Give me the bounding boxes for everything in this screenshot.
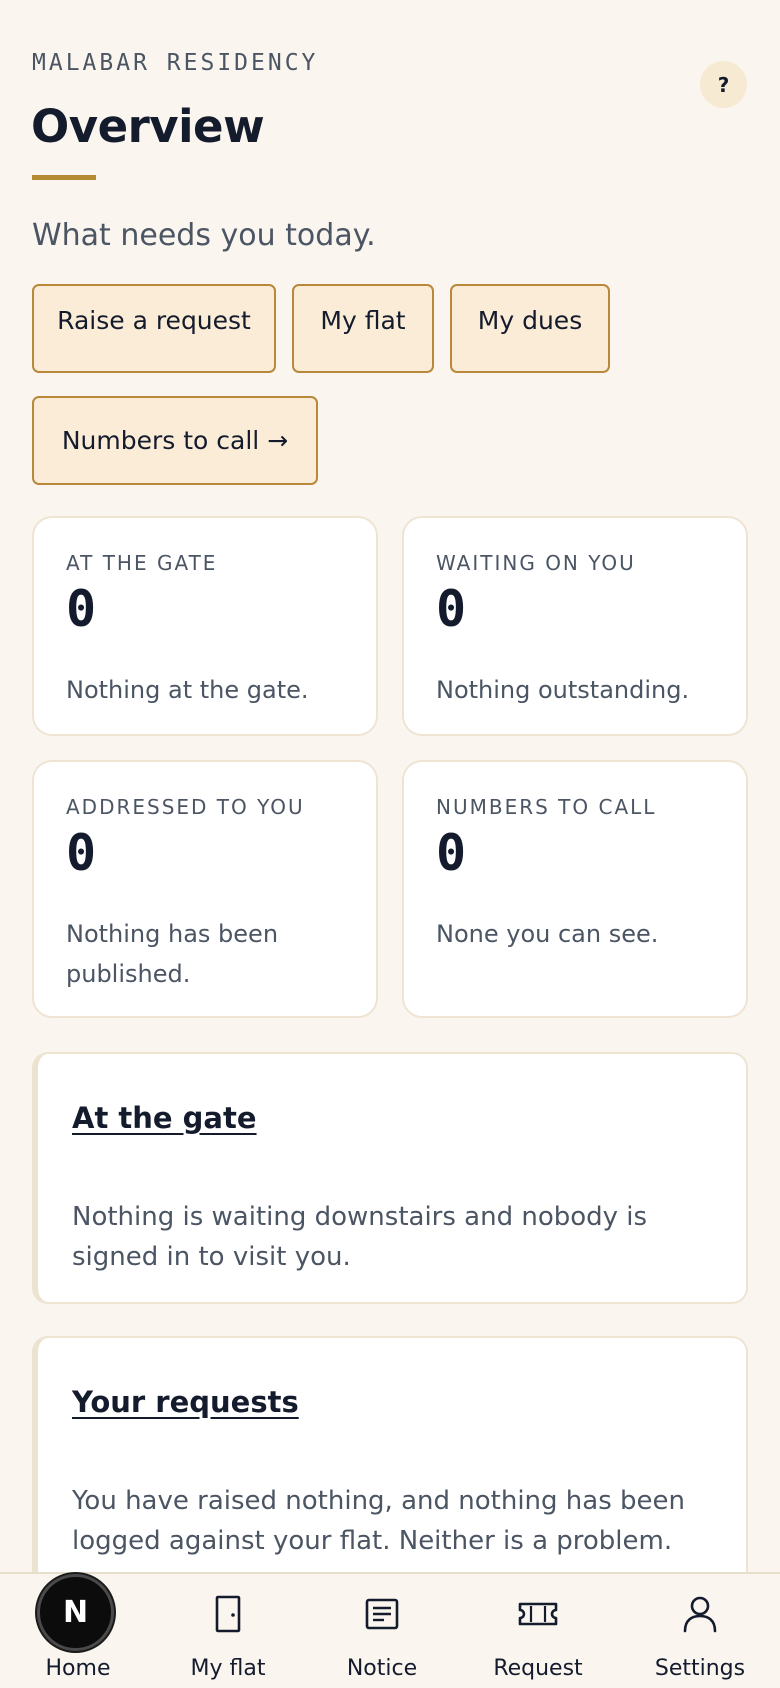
stat-value: 0 (436, 824, 467, 882)
nav-settings[interactable]: Settings (622, 1574, 778, 1688)
stat-note: Nothing outstanding. (436, 676, 690, 704)
bottom-nav: Home My flat Notice Request Settings (0, 1572, 780, 1688)
stat-value: 0 (66, 580, 97, 638)
residency-name: MALABAR RESIDENCY (32, 50, 319, 76)
gate-panel-title-link[interactable]: At the gate (72, 1101, 257, 1135)
stat-value: 0 (66, 824, 97, 882)
my-dues-button[interactable]: My dues (450, 284, 610, 373)
stat-card-addressed: ADDRESSED TO YOU 0 Nothing has been publ… (32, 760, 378, 1018)
nav-request[interactable]: Request (460, 1574, 616, 1688)
door-icon (215, 1595, 241, 1633)
app-logo-button[interactable]: N (37, 1574, 114, 1651)
raise-request-button[interactable]: Raise a request (32, 284, 276, 373)
user-icon (683, 1596, 717, 1633)
stat-label: AT THE GATE (66, 551, 218, 575)
help-button[interactable]: ? (700, 61, 747, 108)
stat-card-numbers: NUMBERS TO CALL 0 None you can see. (402, 760, 748, 1018)
stat-card-gate: AT THE GATE 0 Nothing at the gate. (32, 516, 378, 736)
numbers-to-call-button[interactable]: Numbers to call → (32, 396, 318, 485)
page-subtitle: What needs you today. (32, 218, 376, 253)
stat-note: None you can see. (436, 920, 659, 948)
ticket-icon (518, 1602, 558, 1626)
title-underline (32, 175, 96, 180)
stat-card-waiting: WAITING ON YOU 0 Nothing outstanding. (402, 516, 748, 736)
gate-panel: At the gate Nothing is waiting downstair… (32, 1052, 748, 1304)
page-title: Overview (31, 100, 265, 153)
stat-label: NUMBERS TO CALL (436, 795, 657, 819)
nav-label: Settings (654, 1656, 746, 1681)
requests-panel-title-link[interactable]: Your requests (72, 1385, 299, 1419)
stat-label: ADDRESSED TO YOU (66, 795, 305, 819)
stat-note: Nothing at the gate. (66, 676, 309, 704)
notice-icon (365, 1598, 399, 1630)
nav-notice[interactable]: Notice (304, 1574, 460, 1688)
my-flat-button[interactable]: My flat (292, 284, 434, 373)
nav-label: Home (45, 1656, 111, 1681)
gate-panel-body: Nothing is waiting downstairs and nobody… (72, 1202, 648, 1272)
nav-label: My flat (190, 1656, 266, 1681)
stat-value: 0 (436, 580, 467, 638)
nav-my-flat[interactable]: My flat (150, 1574, 306, 1688)
requests-panel-body: You have raised nothing, and nothing has… (72, 1486, 685, 1556)
nav-label: Notice (346, 1656, 418, 1681)
stat-label: WAITING ON YOU (436, 551, 636, 575)
nav-label: Request (493, 1656, 583, 1681)
stat-note: Nothing has been published. (66, 920, 279, 988)
